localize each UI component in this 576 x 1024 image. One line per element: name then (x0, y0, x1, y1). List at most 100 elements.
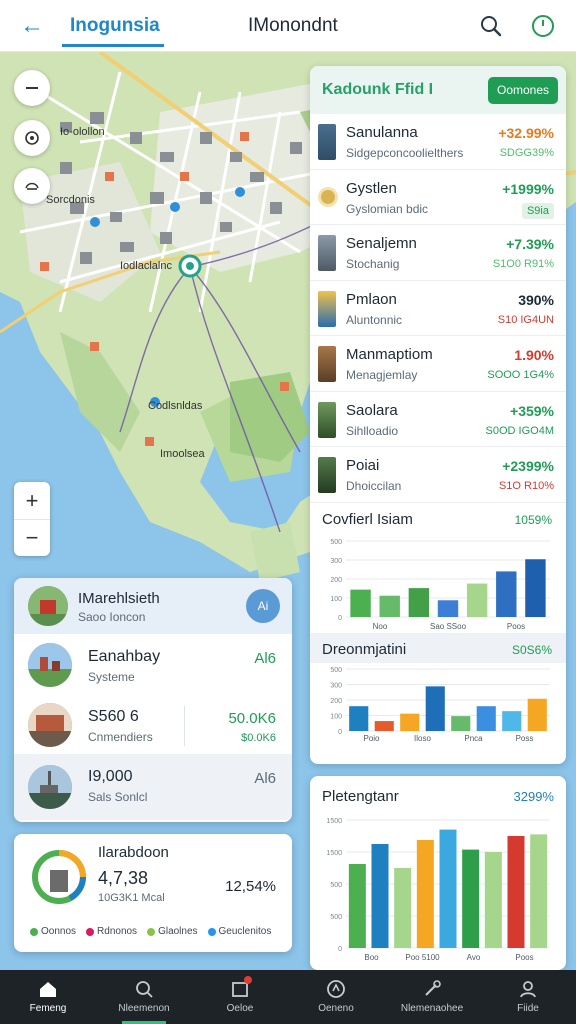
bar (530, 834, 548, 948)
nav-label: Fiide (517, 1003, 539, 1014)
bar (379, 595, 400, 617)
list-item[interactable]: S560 6 Cnmendiers 50.0K6 $0.0K6 (14, 694, 292, 754)
item-name: Poiai (346, 457, 380, 474)
panel-action-button[interactable]: Ai (246, 589, 280, 623)
y-tick-label: 1500 (326, 850, 342, 857)
donut-chart-icon (32, 850, 86, 904)
menu-icon[interactable] (14, 70, 50, 106)
locate-icon[interactable] (14, 120, 50, 156)
nav-calendar[interactable]: Oeloe (192, 970, 288, 1024)
legend-dot (30, 927, 38, 936)
section-value: S0S6% (511, 642, 552, 657)
list-item[interactable]: Saolara Sihlloadio +359% S0OD IGO4M (310, 392, 566, 447)
bar (350, 589, 371, 617)
explore-icon (136, 981, 153, 998)
summary-number: 4,7,38 (98, 868, 149, 888)
bar (496, 570, 517, 617)
item-name: Pmlaon (346, 290, 397, 308)
bar (439, 829, 457, 948)
item-value: Al6 (254, 770, 276, 787)
chart-value: 3299% (513, 789, 554, 804)
item-name: Sanulanna (346, 124, 418, 141)
section-header: Covfierl Isiam 1059% (310, 503, 566, 533)
legend-label: Glaolnes (158, 926, 198, 937)
layers-icon[interactable] (14, 168, 50, 204)
avatar (28, 586, 68, 626)
list-item[interactable]: Gystlen Gyslomian bdic +1999% S9ia (310, 170, 566, 225)
y-tick-label: 500 (330, 914, 342, 921)
nav-explore[interactable]: Nleemenon (96, 970, 192, 1024)
list-item[interactable]: Senaljemn Stochanig +7.39% S1O0 R91% (310, 225, 566, 281)
avatar (28, 643, 72, 687)
y-tick-label: 100 (330, 596, 342, 603)
map-label: Iodlaclalnc (120, 260, 172, 272)
nav-compass[interactable]: Oeneno (288, 970, 384, 1024)
page-title: IMonondnt (248, 15, 338, 36)
item-sub: Stochanig (346, 257, 400, 271)
search-icon[interactable] (478, 13, 504, 39)
divider (184, 706, 185, 746)
bar (527, 698, 547, 731)
list-item[interactable]: Poiai Dhoiccilan +2399% S1O R10% (310, 447, 566, 503)
bar-chart-2: 500 300 200 100 0 Poio Iloso Pnca Poss (310, 663, 566, 745)
nav-profile[interactable]: Fiide (480, 970, 576, 1024)
item-value: 50.0K6 (228, 710, 276, 727)
item-value: S10 IG4UN (497, 313, 554, 326)
legend-dot (147, 927, 156, 936)
zoom-out-button[interactable]: − (14, 519, 50, 556)
bar (374, 720, 394, 731)
map-label: Sorcdonis (46, 194, 95, 206)
item-value: S1O0 R91% (492, 258, 554, 270)
nav-label: Nleemenon (118, 1003, 170, 1014)
item-percent: +359% (510, 402, 554, 419)
zoom-control: + − (14, 482, 50, 556)
bar (348, 864, 366, 948)
back-arrow-icon[interactable]: ← (18, 12, 46, 40)
map-label: Io-olollon (60, 126, 105, 138)
bar (394, 868, 412, 948)
profile-icon (520, 981, 536, 998)
list-item[interactable]: Sanulanna Sidgepconcoolielthers +32.99% … (310, 114, 566, 170)
list-item[interactable]: Pmlaon Aluntonnic 390% S10 IG4UN (310, 281, 566, 336)
thumbnail (318, 290, 336, 327)
item-sub: Sihlloadio (346, 423, 399, 438)
chart-title: Pletengtanr (322, 788, 399, 805)
list-header: Kadounk Ffid I Oomones (310, 66, 566, 114)
list-item[interactable]: Eanahbay Systeme Al6 (14, 634, 292, 694)
summary-card: Ilarabdoon 4,7,38 10G3K1 Mcal 12,54% Oon… (14, 834, 292, 952)
nav-label: Oeneno (318, 1003, 354, 1014)
item-value: SOOO 1G4% (487, 369, 554, 381)
y-tick-label: 0 (338, 946, 342, 953)
item-percent: 1.90% (514, 347, 554, 363)
zoom-in-button[interactable]: + (14, 482, 50, 519)
bar (484, 852, 502, 948)
timer-icon[interactable] (530, 13, 556, 39)
item-name: Manmaptiom (346, 346, 433, 363)
x-tick-label: Pnca (464, 734, 483, 743)
legend-dot (86, 927, 95, 936)
item-sub: Menagjemlay (346, 368, 418, 382)
item-sub: Systeme (88, 670, 135, 684)
nav-home[interactable]: Femeng (0, 970, 96, 1024)
panel-header: IMarehlsieth Saoo Ioncon Ai (14, 578, 292, 634)
x-tick-label: Boo (364, 953, 379, 962)
thumbnail (318, 186, 338, 207)
bar (451, 715, 471, 731)
list-action-button[interactable]: Oomones (488, 77, 558, 104)
list-item[interactable]: I9,000 Sals Sonlcl Al6 (14, 754, 292, 820)
nav-label: Oeloe (226, 1003, 254, 1014)
item-value: S1O R10% (498, 480, 554, 492)
x-tick-label: Poss (516, 734, 534, 743)
item-sub: Dhoiccilan (346, 479, 402, 493)
nav-tools[interactable]: Nlemenaohee (384, 970, 480, 1024)
summary-percent: 12,54% (225, 878, 276, 895)
thumbnail (318, 235, 336, 271)
list-item[interactable]: Manmaptiom Menagjemlay 1.90% SOOO 1G4% (310, 336, 566, 392)
item-percent: +7.39% (506, 236, 554, 252)
bar (466, 583, 488, 617)
app-title-tab[interactable]: Inogunsia (70, 15, 160, 37)
y-tick-label: 100 (330, 713, 342, 720)
y-tick-label: 0 (338, 729, 342, 736)
map-label: Imoolsea (160, 448, 205, 460)
x-tick-label: Poos (507, 622, 525, 631)
